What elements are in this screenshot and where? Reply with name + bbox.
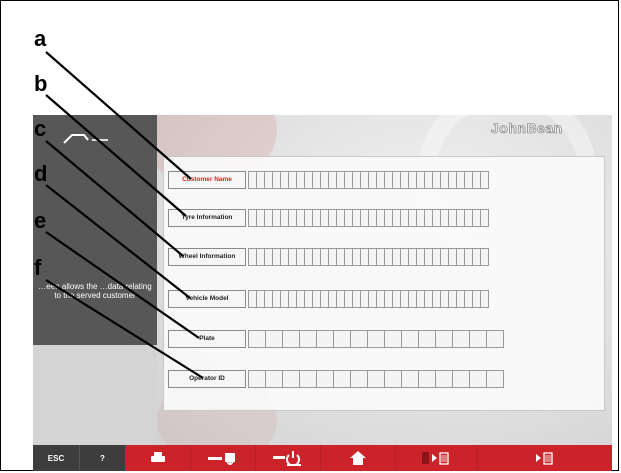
callout-c: c — [34, 116, 47, 141]
callout-a: a — [34, 26, 47, 51]
callout-f: f — [34, 255, 42, 280]
callout-b: b — [34, 71, 48, 96]
callout-e: e — [34, 208, 47, 233]
callout-lines — [45, 51, 204, 379]
callout-d: d — [34, 161, 48, 186]
